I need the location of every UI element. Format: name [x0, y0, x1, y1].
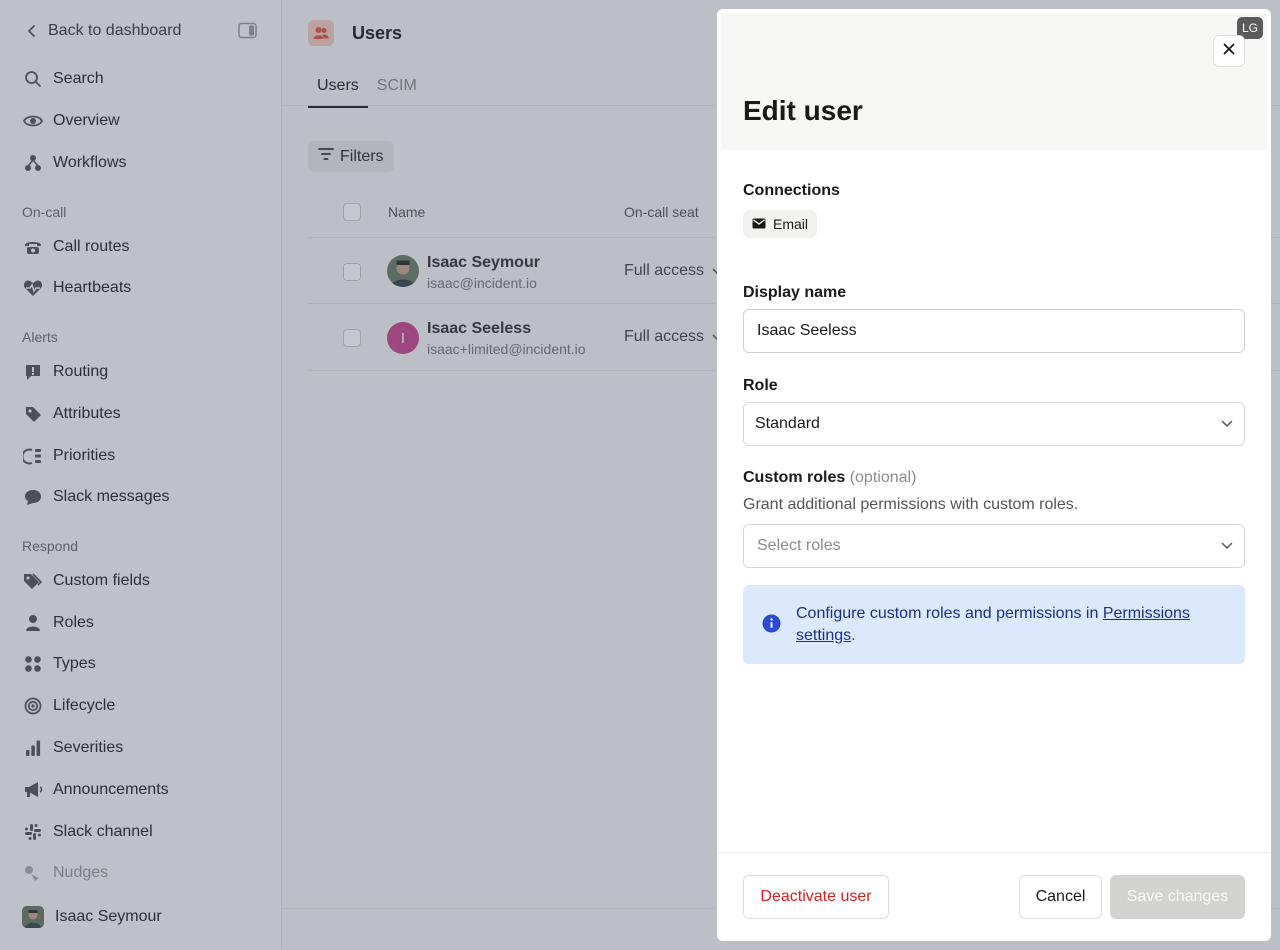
- role-value: Standard: [755, 415, 820, 432]
- info-text: Configure custom roles and permissions i…: [796, 603, 1216, 647]
- close-icon: [1223, 42, 1235, 60]
- chevron-down-icon: [1221, 415, 1233, 433]
- deactivate-user-button[interactable]: Deactivate user: [743, 875, 889, 919]
- display-name-label: Display name: [743, 284, 847, 301]
- mail-icon: [752, 216, 766, 232]
- connection-chip-email: Email: [743, 210, 818, 238]
- custom-roles-placeholder: Select roles: [757, 537, 841, 554]
- role-select[interactable]: Standard: [743, 402, 1245, 446]
- cancel-button[interactable]: Cancel: [1019, 875, 1102, 919]
- role-label: Role: [743, 377, 778, 394]
- connections-label: Connections: [743, 182, 840, 199]
- custom-roles-help: Grant additional permissions with custom…: [743, 496, 1079, 513]
- save-changes-button[interactable]: Save changes: [1110, 875, 1245, 919]
- optional-hint: (optional): [849, 469, 917, 486]
- close-button[interactable]: [1213, 35, 1245, 67]
- info-callout: Configure custom roles and permissions i…: [743, 585, 1245, 664]
- custom-roles-label-text: Custom roles: [743, 469, 846, 486]
- drawer-header: [721, 13, 1267, 150]
- drawer-footer-divider: [717, 852, 1271, 853]
- connection-chip-label: Email: [773, 216, 809, 232]
- info-text-suffix: .: [851, 627, 856, 644]
- custom-roles-label: Custom roles (optional): [743, 469, 916, 487]
- display-name-field[interactable]: Isaac Seeless: [743, 309, 1245, 353]
- info-icon: [762, 614, 781, 633]
- custom-roles-select[interactable]: Select roles: [743, 524, 1245, 568]
- info-text-prefix: Configure custom roles and permissions i…: [796, 605, 1103, 622]
- display-name-value: Isaac Seeless: [757, 322, 857, 339]
- drawer-title: Edit user: [743, 95, 863, 126]
- edit-user-drawer: LG Edit user Connections Email Display n…: [717, 9, 1271, 941]
- chevron-down-icon: [1221, 537, 1233, 555]
